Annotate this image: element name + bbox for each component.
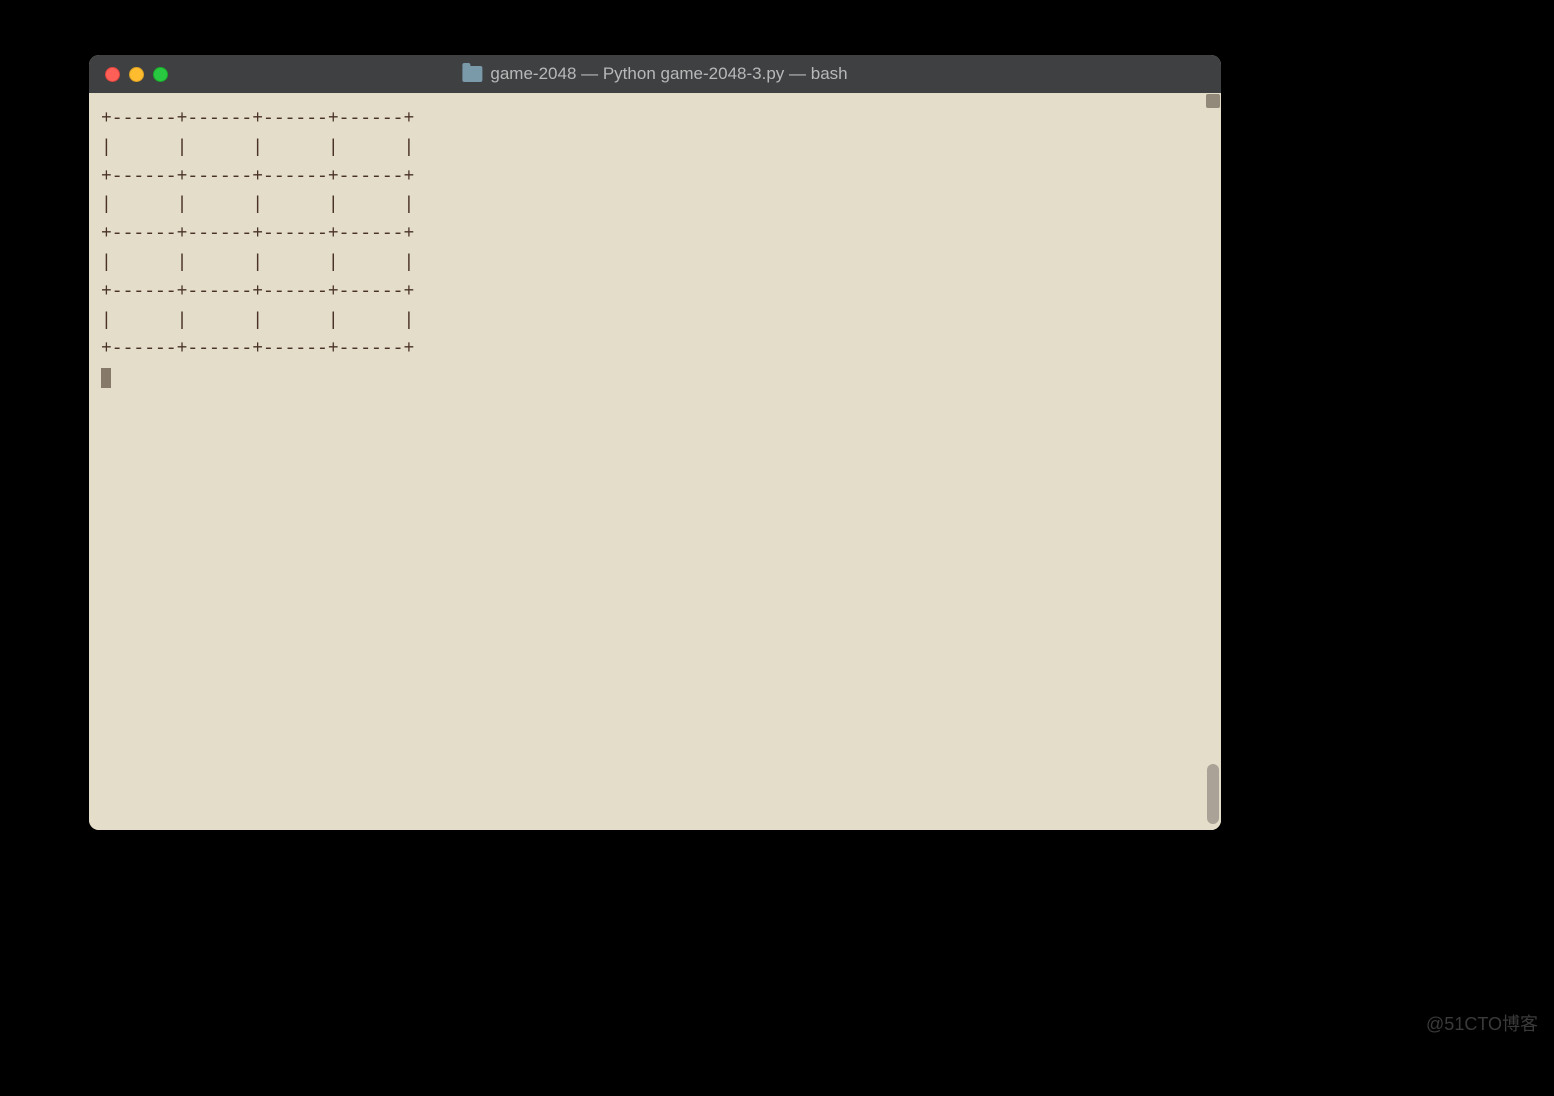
output-line: +------+------+------+------+ [101,167,414,187]
output-line: +------+------+------+------+ [101,282,414,302]
traffic-lights [105,67,168,82]
output-line: +------+------+------+------+ [101,109,414,129]
scroll-handle-icon[interactable] [1206,94,1220,108]
folder-icon [462,66,482,82]
terminal-window: game-2048 — Python game-2048-3.py — bash… [89,55,1221,830]
minimize-button[interactable] [129,67,144,82]
scroll-thumb[interactable] [1207,764,1219,824]
terminal-output[interactable]: +------+------+------+------+ | | | | | … [89,93,1205,830]
watermark: @51CTO博客 [1426,1010,1538,1036]
titlebar[interactable]: game-2048 — Python game-2048-3.py — bash [89,55,1221,93]
terminal-body[interactable]: +------+------+------+------+ | | | | | … [89,93,1221,830]
output-line: | | | | | [101,138,414,158]
output-line: | | | | | [101,311,414,331]
title-container: game-2048 — Python game-2048-3.py — bash [462,64,847,84]
window-title: game-2048 — Python game-2048-3.py — bash [490,64,847,84]
maximize-button[interactable] [153,67,168,82]
terminal-cursor [101,368,111,388]
output-line: +------+------+------+------+ [101,224,414,244]
output-line: +------+------+------+------+ [101,339,414,359]
output-line: | | | | | [101,195,414,215]
output-line: | | | | | [101,253,414,273]
scrollbar[interactable] [1205,93,1221,830]
close-button[interactable] [105,67,120,82]
